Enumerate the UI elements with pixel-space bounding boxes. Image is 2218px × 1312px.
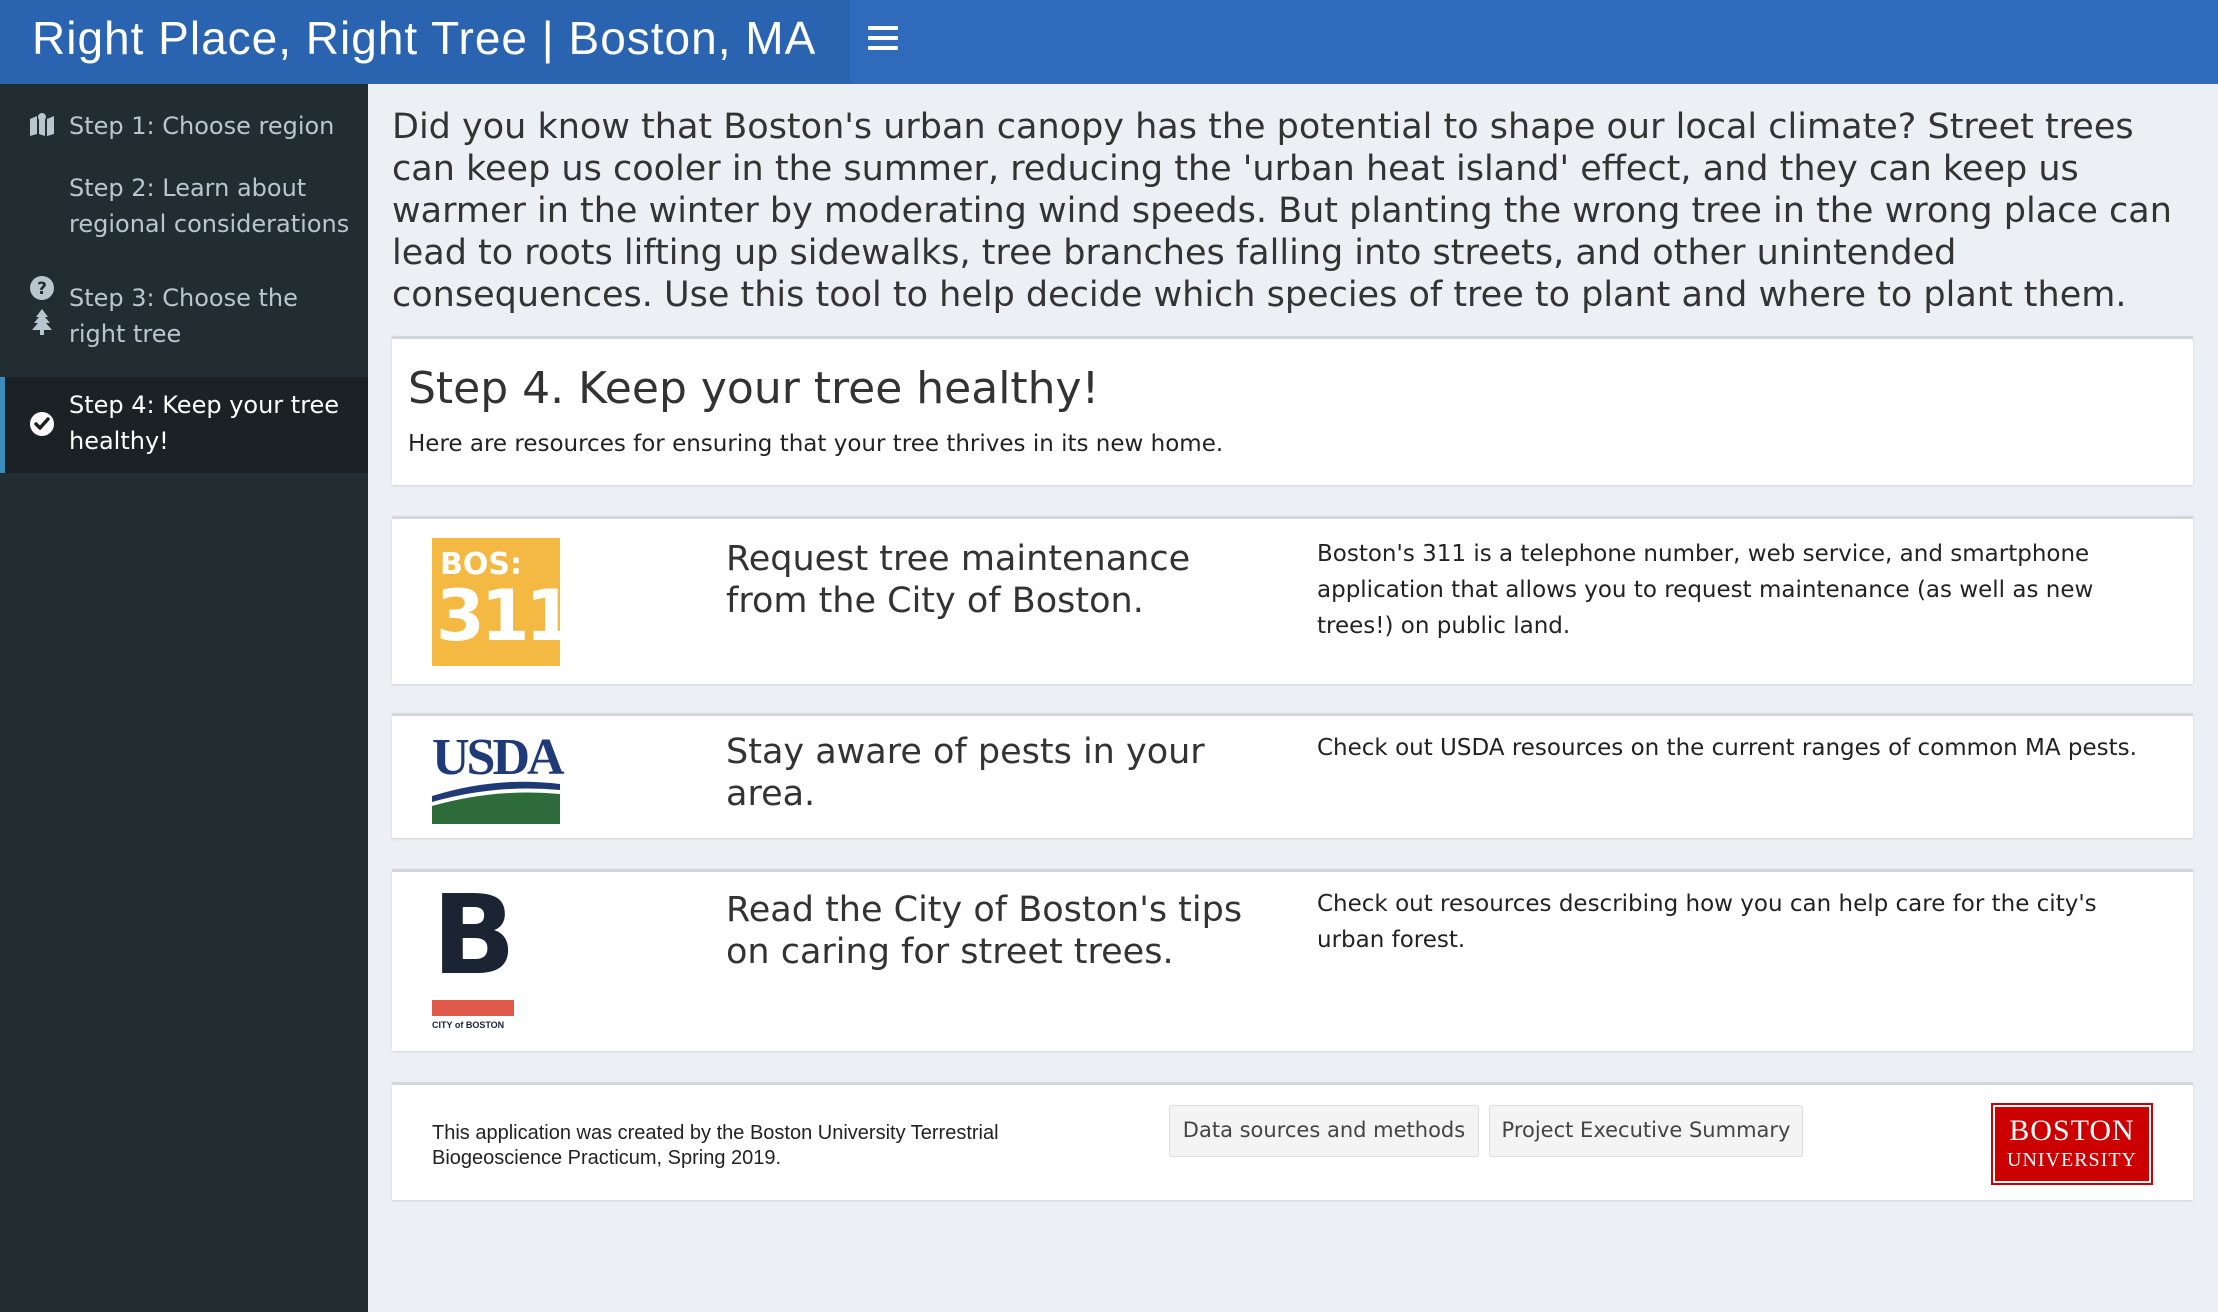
sidebar-item-step4[interactable]: Step 4: Keep your tree healthy! xyxy=(0,377,368,473)
resource-card-usda: USDA Stay aware of pests in your area. C… xyxy=(392,713,2193,838)
resource-title: Request tree maintenance from the City o… xyxy=(726,539,1191,621)
tree-icon xyxy=(32,309,52,335)
step4-header-box: Step 4. Keep your tree healthy! Here are… xyxy=(392,336,2193,485)
sidebar-toggle-button[interactable] xyxy=(868,26,898,58)
resource-description: Check out resources describing how you c… xyxy=(1317,891,2097,953)
data-sources-button[interactable]: Data sources and methods xyxy=(1169,1105,1479,1157)
sidebar-item-step2[interactable]: ? Step 2: Learn about regional considera… xyxy=(0,170,368,300)
usda-field-graphic xyxy=(432,781,560,824)
bos-311-logo[interactable]: BOS: 311 xyxy=(432,538,574,666)
resource-description: Check out USDA resources on the current … xyxy=(1317,735,2137,761)
app-title[interactable]: Right Place, Right Tree | Boston, MA xyxy=(0,0,850,84)
boston-logo-bar xyxy=(432,1000,514,1016)
check-circle-icon xyxy=(30,412,54,436)
footer-box: This application was created by the Bost… xyxy=(392,1082,2193,1200)
intro-text: Did you know that Boston's urban canopy … xyxy=(392,107,2172,315)
map-icon xyxy=(30,113,54,136)
resource-title: Stay aware of pests in your area. xyxy=(726,732,1205,814)
top-header: Right Place, Right Tree | Boston, MA xyxy=(0,0,2218,84)
sidebar: Step 1: Choose region ? Step 2: Learn ab… xyxy=(0,84,368,1312)
sidebar-item-label: Step 3: Choose the right tree xyxy=(69,284,298,348)
sidebar-item-label: Step 2: Learn about regional considerati… xyxy=(69,174,350,238)
sidebar-item-step1[interactable]: Step 1: Choose region xyxy=(0,96,368,156)
hamburger-icon xyxy=(868,26,898,30)
resource-card-311: BOS: 311 Request tree maintenance from t… xyxy=(392,516,2193,684)
page-subtitle: Here are resources for ensuring that you… xyxy=(408,431,1224,457)
executive-summary-button[interactable]: Project Executive Summary xyxy=(1489,1105,1803,1157)
resource-card-city-of-boston: B CITY of BOSTON Read the City of Boston… xyxy=(392,869,2193,1051)
city-of-boston-logo[interactable]: B CITY of BOSTON xyxy=(432,880,516,1040)
resource-title: Read the City of Boston's tips on caring… xyxy=(726,890,1243,972)
credit-text: This application was created by the Bost… xyxy=(432,1122,999,1169)
usda-logo[interactable]: USDA xyxy=(432,732,565,824)
boston-university-logo[interactable]: BOSTON UNIVERSITY xyxy=(1991,1103,2153,1185)
page-title: Step 4. Keep your tree healthy! xyxy=(408,363,1100,414)
sidebar-item-label: Step 1: Choose region xyxy=(69,112,335,140)
sidebar-item-label: Step 4: Keep your tree healthy! xyxy=(69,391,340,455)
resource-description: Boston's 311 is a telephone number, web … xyxy=(1317,541,2094,639)
sidebar-item-step3[interactable]: Step 3: Choose the right tree xyxy=(0,280,368,364)
